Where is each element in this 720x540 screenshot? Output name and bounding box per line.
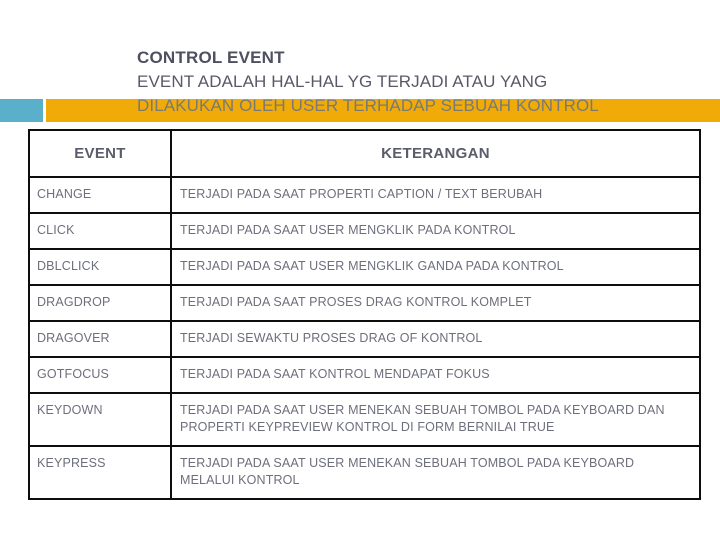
slide-title-line-1: CONTROL EVENT [137,48,285,67]
table-row: DBLCLICK TERJADI PADA SAAT USER MENGKLIK… [28,248,701,286]
cell-keterangan: TERJADI PADA SAAT PROPERTI CAPTION / TEX… [170,176,701,214]
column-header-keterangan: KETERANGAN [170,129,701,178]
cell-keterangan: TERJADI SEWAKTU PROSES DRAG OF KONTROL [170,320,701,358]
slide-title-block: CONTROL EVENT EVENT ADALAH HAL-HAL YG TE… [137,46,717,118]
slide-title-line-3: DILAKUKAN OLEH USER TERHADAP SEBUAH KONT… [137,96,599,115]
cell-event: DRAGOVER [28,320,172,358]
cell-keterangan: TERJADI PADA SAAT USER MENGKLIK GANDA PA… [170,248,701,286]
slide-canvas: { "slide": { "title_lines": [ "CONTROL E… [0,0,720,540]
table-row: KEYPRESS TERJADI PADA SAAT USER MENEKAN … [28,445,701,500]
table-row: DRAGOVER TERJADI SEWAKTU PROSES DRAG OF … [28,320,701,358]
table-header: EVENT KETERANGAN [28,129,701,178]
column-header-event: EVENT [28,129,172,178]
cell-keterangan: TERJADI PADA SAAT KONTROL MENDAPAT FOKUS [170,356,701,394]
cell-keterangan: TERJADI PADA SAAT USER MENEKAN SEBUAH TO… [170,392,701,447]
cell-event: CLICK [28,212,172,250]
table-row: CHANGE TERJADI PADA SAAT PROPERTI CAPTIO… [28,176,701,214]
table-row: GOTFOCUS TERJADI PADA SAAT KONTROL MENDA… [28,356,701,394]
table-row: KEYDOWN TERJADI PADA SAAT USER MENEKAN S… [28,392,701,447]
event-table: EVENT KETERANGAN CHANGE TERJADI PADA SAA… [28,129,701,500]
table-header-row: EVENT KETERANGAN [28,129,701,178]
cell-event: GOTFOCUS [28,356,172,394]
accent-block-teal [0,99,43,122]
table-row: DRAGDROP TERJADI PADA SAAT PROSES DRAG K… [28,284,701,322]
event-table-container: EVENT KETERANGAN CHANGE TERJADI PADA SAA… [28,129,701,500]
cell-event: KEYPRESS [28,445,172,500]
cell-event: KEYDOWN [28,392,172,447]
table-body: CHANGE TERJADI PADA SAAT PROPERTI CAPTIO… [28,176,701,500]
cell-keterangan: TERJADI PADA SAAT USER MENEKAN SEBUAH TO… [170,445,701,500]
cell-keterangan: TERJADI PADA SAAT USER MENGKLIK PADA KON… [170,212,701,250]
slide-title-line-2: EVENT ADALAH HAL-HAL YG TERJADI ATAU YAN… [137,72,548,91]
cell-event: DBLCLICK [28,248,172,286]
cell-event: DRAGDROP [28,284,172,322]
table-row: CLICK TERJADI PADA SAAT USER MENGKLIK PA… [28,212,701,250]
cell-event: CHANGE [28,176,172,214]
cell-keterangan: TERJADI PADA SAAT PROSES DRAG KONTROL KO… [170,284,701,322]
